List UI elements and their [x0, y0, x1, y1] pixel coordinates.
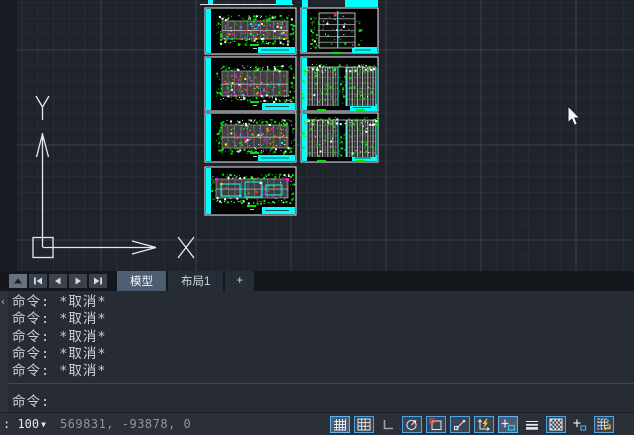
layout-tab-bar: 模型布局1+ [0, 271, 634, 291]
scale-value: : 100 [3, 417, 39, 431]
annotation-monitor-icon[interactable] [594, 416, 614, 433]
transparency-icon[interactable] [546, 416, 566, 433]
new-layout-tab[interactable]: + [225, 271, 254, 291]
first-tab-button[interactable] [29, 274, 47, 288]
ortho-mode-icon[interactable] [378, 416, 398, 433]
chevron-left-icon: ‹ [0, 295, 6, 308]
drawing-canvas[interactable] [0, 0, 634, 271]
snap-mode-icon[interactable] [354, 416, 374, 433]
command-history: 命令: *取消*命令: *取消*命令: *取消*命令: *取消*命令: *取消* [12, 294, 630, 380]
scroll-up-button[interactable] [9, 274, 27, 288]
command-prompt[interactable]: 命令: [8, 384, 634, 410]
status-toggle-icons [330, 416, 614, 433]
elevation-sheet-2[interactable] [301, 57, 378, 111]
next-tab-button[interactable] [69, 274, 87, 288]
cad-application-window: 模型布局1+ ‹ 命令: *取消*命令: *取消*命令: *取消*命令: *取消… [0, 0, 634, 435]
last-tab-button[interactable] [89, 274, 107, 288]
dynamic-input-icon[interactable] [498, 416, 518, 433]
command-input-row[interactable]: 命令: [8, 383, 634, 413]
plan-sheet-3[interactable] [205, 113, 296, 162]
object-snap-icon[interactable] [426, 416, 446, 433]
command-panel-collapse-handle[interactable]: ‹ [0, 291, 8, 412]
layout-tabs: 模型布局1+ [117, 271, 256, 291]
dropdown-caret-icon: ▼ [41, 420, 46, 429]
plan-sheet-2[interactable] [205, 57, 296, 111]
viewport-scale-dropdown[interactable]: : 100 ▼ [3, 417, 46, 431]
grid-display-icon[interactable] [330, 416, 350, 433]
object-snap-tracking-icon[interactable] [450, 416, 470, 433]
lineweight-icon[interactable] [522, 416, 542, 433]
elevation-sheet-3[interactable] [301, 113, 379, 162]
command-line-panel[interactable]: ‹ 命令: *取消*命令: *取消*命令: *取消*命令: *取消*命令: *取… [0, 291, 634, 412]
command-history-line: 命令: *取消* [12, 346, 630, 363]
command-history-line: 命令: *取消* [12, 363, 630, 380]
status-bar: : 100 ▼ 569831, -93878, 0 [0, 412, 634, 435]
tab-布局1[interactable]: 布局1 [168, 271, 223, 291]
plan-sheet-4[interactable] [205, 167, 296, 215]
tab-模型[interactable]: 模型 [117, 271, 166, 291]
elevation-sheet-1[interactable] [301, 8, 378, 54]
coordinate-readout: 569831, -93878, 0 [60, 417, 191, 431]
tab-nav-buttons [9, 274, 109, 288]
dynamic-ucs-icon[interactable] [474, 416, 494, 433]
command-history-line: 命令: *取消* [12, 311, 630, 328]
command-history-line: 命令: *取消* [12, 329, 630, 346]
previous-tab-button[interactable] [49, 274, 67, 288]
plan-sheet-1[interactable] [205, 8, 296, 54]
polar-tracking-icon[interactable] [402, 416, 422, 433]
selection-cycling-icon[interactable] [570, 416, 590, 433]
command-history-line: 命令: *取消* [12, 294, 630, 311]
